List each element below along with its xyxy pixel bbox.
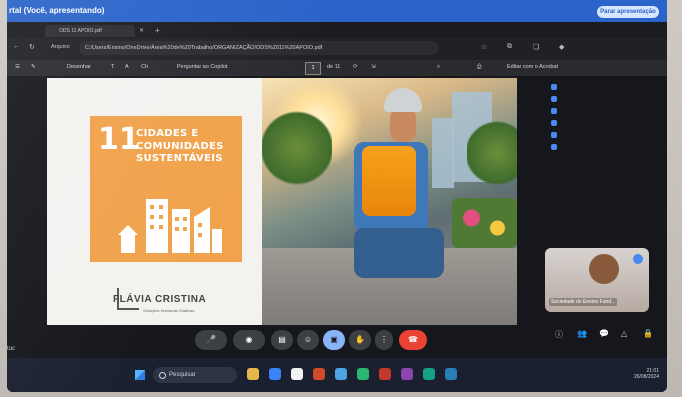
pdf-slide: 11 CIDADES E COMUNIDADES SUSTENTÁVEIS FL… xyxy=(47,78,517,325)
tab-strip: ODS 11 APOIO.pdf ✕ + xyxy=(7,22,667,38)
draw-button[interactable]: Desenhar xyxy=(67,64,91,70)
worker-jeans xyxy=(354,228,444,278)
app-icon[interactable] xyxy=(379,368,391,380)
present-button[interactable]: ▣ xyxy=(323,330,345,350)
people-icon[interactable]: 👥 xyxy=(577,329,587,338)
side-tool-icon[interactable] xyxy=(551,96,557,102)
highlight-icon[interactable]: ✎ xyxy=(31,64,36,70)
file-explorer-icon[interactable] xyxy=(247,368,259,380)
arquivo-label: Arquivo xyxy=(51,44,70,50)
side-toolbar xyxy=(547,78,561,198)
app-icon[interactable] xyxy=(357,368,369,380)
info-icon[interactable]: ⓘ xyxy=(555,329,563,340)
meeting-side-controls: ⓘ 👥 💬 △ 🔒 xyxy=(555,329,659,345)
start-icon[interactable] xyxy=(135,370,145,380)
rotate-icon[interactable]: ⟳ xyxy=(353,64,358,70)
app-icon[interactable] xyxy=(401,368,413,380)
search-pdf-icon[interactable]: ⌕ xyxy=(437,64,440,71)
favorites-icon[interactable]: ☆ xyxy=(481,43,487,51)
address-row: ← ↻ Arquivo C:/Users/Ensino/OneDrive/Áre… xyxy=(7,38,667,60)
acrobat-button[interactable]: Editar com o Acrobat xyxy=(507,64,558,70)
tree xyxy=(262,108,332,188)
participant-video[interactable]: Sociedade do Ensino Fund... xyxy=(545,248,649,312)
chat-icon[interactable]: 💬 xyxy=(599,329,609,338)
stop-presenting-button[interactable]: Parar apresentação xyxy=(597,6,659,18)
app-icon[interactable] xyxy=(445,368,457,380)
extensions-icon[interactable]: ⧉ xyxy=(507,43,512,51)
brand-name: FLÁVIA CRISTINA xyxy=(113,294,207,305)
screen: rtal (Você, apresentando) Parar apresent… xyxy=(7,0,667,392)
ods-number: 11 xyxy=(98,122,140,157)
presenter-title: rtal (Você, apresentando) xyxy=(9,6,105,15)
text-icon[interactable]: T xyxy=(111,64,114,70)
zoom-label: Ch xyxy=(141,64,149,70)
page-number-input[interactable]: 1 xyxy=(305,62,321,75)
new-tab-icon[interactable]: + xyxy=(155,26,160,35)
building xyxy=(432,118,454,188)
ods-card: 11 CIDADES E COMUNIDADES SUSTENTÁVEIS xyxy=(90,116,242,262)
browser-top: ODS 11 APOIO.pdf ✕ + ← ↻ Arquivo C:/User… xyxy=(7,22,667,60)
meeting-controls: 🎤 ◉ ▤ ☺ ▣ ✋ ⋮ ☎ xyxy=(195,330,431,354)
microphone-button[interactable]: 🎤 xyxy=(195,330,227,350)
chrome-icon[interactable] xyxy=(291,368,303,380)
tab-pdf[interactable]: ODS 11 APOIO.pdf xyxy=(45,25,135,37)
ods-title: CIDADES E COMUNIDADES SUSTENTÁVEIS xyxy=(136,128,224,164)
side-tool-icon[interactable] xyxy=(551,132,557,138)
brand-subtitle: Soluções Humanas Criativas xyxy=(143,308,195,313)
side-tool-icon[interactable] xyxy=(551,84,557,90)
flower-bed xyxy=(452,198,517,248)
clock-date: 26/08/2024 xyxy=(633,374,659,380)
worker-photo xyxy=(262,78,517,325)
read-aloud-icon[interactable]: A xyxy=(125,64,129,70)
side-tool-icon[interactable] xyxy=(551,120,557,126)
app-icon[interactable] xyxy=(423,368,435,380)
hard-hat xyxy=(384,88,422,112)
monitor-frame: rtal (Você, apresentando) Parar apresent… xyxy=(0,0,682,397)
print-icon[interactable]: ⎙ xyxy=(477,64,481,71)
activities-icon[interactable]: △ xyxy=(621,329,627,338)
copilot-ask-button[interactable]: Perguntar ao Copilot xyxy=(177,64,227,70)
search-placeholder: Pesquisar xyxy=(169,372,196,378)
side-tool-icon[interactable] xyxy=(551,108,557,114)
slide-left-panel: 11 CIDADES E COMUNIDADES SUSTENTÁVEIS FL… xyxy=(47,78,262,325)
refresh-icon[interactable]: ↻ xyxy=(29,43,35,51)
pdf-toolbar: ☰ ✎ Desenhar T A Ch Perguntar ao Copilot… xyxy=(7,60,667,76)
left-edge-text: tuc xyxy=(7,346,16,352)
taskbar-search[interactable]: Pesquisar xyxy=(153,367,237,383)
close-tab-icon[interactable]: ✕ xyxy=(139,27,144,34)
participant-name: Sociedade do Ensino Fund... xyxy=(549,298,618,306)
page-total: de 11 xyxy=(327,64,341,70)
fit-page-icon[interactable]: ⇲ xyxy=(371,64,376,70)
tree xyxy=(467,118,517,188)
raise-hand-button[interactable]: ✋ xyxy=(349,330,371,350)
safety-vest xyxy=(362,146,416,216)
more-options-button[interactable]: ⋮ xyxy=(375,330,393,350)
participant-avatar xyxy=(589,254,619,284)
copilot-icon[interactable]: ◆ xyxy=(559,43,564,51)
edge-icon[interactable] xyxy=(269,368,281,380)
worker-face xyxy=(390,108,416,142)
office-icon[interactable] xyxy=(313,368,325,380)
camera-button[interactable]: ◉ xyxy=(233,330,265,350)
store-icon[interactable] xyxy=(335,368,347,380)
presenter-bar: rtal (Você, apresentando) Parar apresent… xyxy=(7,0,667,22)
system-tray[interactable]: 21:01 26/08/2024 xyxy=(634,368,659,380)
city-icon xyxy=(118,199,222,253)
address-bar[interactable]: C:/Users/Ensino/OneDrive/Área%20de%20Tra… xyxy=(79,41,439,55)
lock-icon[interactable]: 🔒 xyxy=(643,329,653,338)
side-tool-icon[interactable] xyxy=(551,144,557,150)
search-icon xyxy=(159,372,166,379)
collections-icon[interactable]: ❏ xyxy=(533,43,539,51)
back-icon[interactable]: ← xyxy=(13,43,20,50)
menu-icon[interactable]: ☰ xyxy=(15,64,20,70)
captions-button[interactable]: ▤ xyxy=(271,330,293,350)
tab-title: ODS 11 APOIO.pdf xyxy=(59,28,102,34)
emoji-button[interactable]: ☺ xyxy=(297,330,319,350)
windows-taskbar: Pesquisar 21:01 26/08/2024 xyxy=(7,358,667,392)
speaking-indicator-icon xyxy=(633,254,643,264)
end-call-button[interactable]: ☎ xyxy=(399,330,427,350)
